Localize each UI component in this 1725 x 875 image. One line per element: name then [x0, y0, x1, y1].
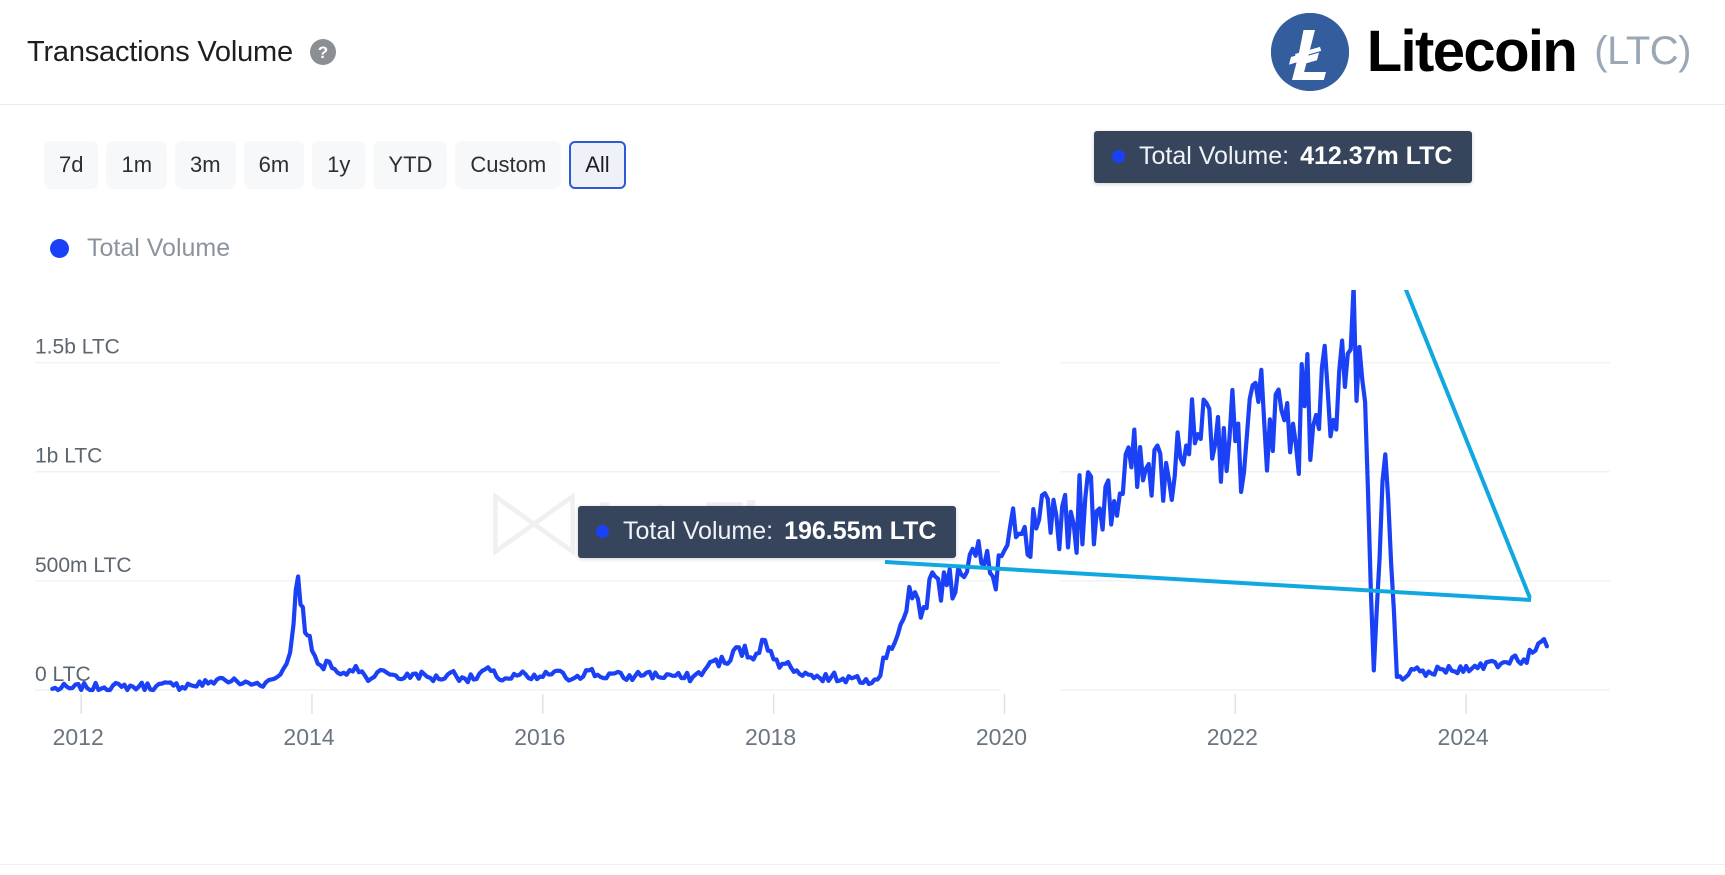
x-axis-tick-labels: 2012 2014 2016 2018 2020 2022 2024 — [53, 724, 1489, 750]
time-range-selector: 7d 1m 3m 6m 1y YTD Custom All — [44, 141, 626, 189]
panel-header: Transactions Volume ? Litecoin (LTC) — [0, 0, 1725, 105]
total-volume-line — [50, 290, 1549, 693]
x-axis-tick-label: 2014 — [283, 724, 334, 750]
tooltip-label: Total Volume: — [623, 517, 774, 545]
leader-line-high — [1403, 290, 1532, 599]
range-button-1m[interactable]: 1m — [106, 141, 168, 189]
transactions-volume-panel: Transactions Volume ? Litecoin (LTC) 7d … — [0, 0, 1725, 875]
y-axis-tick-label: 1b LTC — [35, 445, 102, 468]
coin-identity: Litecoin (LTC) — [1270, 13, 1695, 91]
range-button-all[interactable]: All — [569, 141, 626, 189]
y-axis-tick-label: 1.5b LTC — [35, 336, 120, 359]
y-axis-tick-labels: 0 LTC500m LTC1b LTC1.5b LTC — [35, 336, 131, 686]
legend-color-dot — [50, 239, 69, 258]
range-button-6m[interactable]: 6m — [243, 141, 305, 189]
x-axis-ticks — [80, 694, 1467, 714]
tooltip-series-dot — [596, 525, 609, 538]
panel-header-left: Transactions Volume ? — [27, 36, 336, 69]
tooltip-value: 196.55m LTC — [784, 517, 937, 545]
legend-item-label: Total Volume — [87, 234, 231, 262]
x-axis-tick-label: 2016 — [514, 724, 565, 750]
page-title: Transactions Volume — [27, 35, 293, 68]
panel-bottom-divider — [0, 864, 1725, 865]
coin-ticker: (LTC) — [1594, 28, 1691, 73]
coin-name: Litecoin — [1366, 19, 1578, 84]
tooltip-series-dot — [1112, 150, 1125, 163]
question-mark-circle-icon[interactable]: ? — [309, 39, 336, 65]
x-axis-tick-label: 2018 — [745, 724, 796, 750]
x-axis-tick-label: 2022 — [1207, 724, 1258, 750]
range-button-ytd[interactable]: YTD — [373, 141, 448, 189]
tooltip-label: Total Volume: — [1139, 142, 1290, 170]
range-button-custom[interactable]: Custom — [455, 141, 562, 189]
chart-tooltip-high: Total Volume: 412.37m LTC — [1094, 131, 1473, 183]
chart-tooltip-mid: Total Volume: 196.55m LTC — [578, 506, 957, 558]
range-button-1y[interactable]: 1y — [312, 141, 366, 189]
x-axis-tick-label: 2012 — [53, 724, 104, 750]
x-axis-tick-label: 2024 — [1438, 724, 1489, 750]
litecoin-logo-icon — [1270, 13, 1349, 91]
range-button-3m[interactable]: 3m — [175, 141, 236, 189]
chart-legend[interactable]: Total Volume — [50, 234, 230, 263]
range-button-7d[interactable]: 7d — [44, 141, 99, 189]
x-axis-tick-label: 2020 — [976, 724, 1027, 750]
tooltip-value: 412.37m LTC — [1300, 142, 1453, 170]
y-axis-tick-label: 500m LTC — [35, 554, 131, 577]
